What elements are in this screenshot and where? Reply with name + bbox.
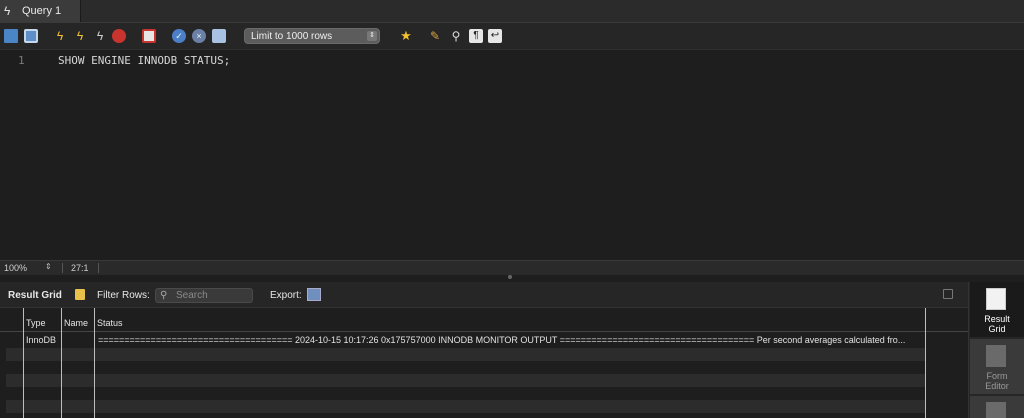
autocommit-icon[interactable] — [212, 29, 226, 43]
table-row[interactable]: InnoDB =================================… — [6, 334, 926, 347]
field-types-icon — [986, 402, 1006, 418]
column-header-name[interactable]: Name — [64, 318, 88, 328]
column-header-type[interactable]: Type — [26, 318, 46, 328]
search-icon: ⚲ — [160, 290, 168, 301]
result-side-panel: ▶ Result Grid Form Editor — [968, 282, 1024, 418]
line-number: 1 — [18, 54, 25, 67]
open-folder-icon[interactable] — [4, 29, 18, 43]
panel-splitter[interactable] — [0, 275, 1024, 282]
cell-status[interactable]: ===================================== 20… — [98, 335, 916, 345]
form-editor-view-button[interactable]: Form Editor — [970, 339, 1024, 394]
find-icon[interactable]: ⚲ — [449, 29, 463, 43]
search-placeholder: Search — [176, 290, 208, 301]
empty-row — [6, 374, 926, 387]
bookmark-star-icon[interactable]: ★ — [399, 29, 413, 43]
column-divider — [61, 308, 62, 418]
field-types-view-button[interactable] — [970, 396, 1024, 418]
sql-statement[interactable]: SHOW ENGINE INNODB STATUS; — [58, 54, 230, 67]
result-grid-label: Result Grid — [984, 314, 1010, 334]
column-divider — [925, 308, 926, 418]
divider — [98, 263, 99, 273]
invisible-chars-icon[interactable]: ¶ — [469, 29, 483, 43]
wrap-lines-icon[interactable]: ↩ — [488, 29, 502, 43]
zoom-stepper-icon[interactable]: ⇕ — [45, 262, 52, 271]
empty-row — [6, 400, 926, 413]
toggle-panel-icon[interactable] — [943, 289, 953, 299]
column-divider — [94, 308, 95, 418]
beautify-icon[interactable]: ✎ — [428, 29, 442, 43]
grid-header: Type Name Status — [0, 311, 968, 332]
save-icon[interactable] — [24, 29, 38, 43]
column-divider — [23, 308, 24, 418]
tab-query-1[interactable]: ϟ Query 1 — [0, 0, 81, 22]
execute-current-icon[interactable]: ϟ — [73, 29, 87, 43]
result-grid-title: Result Grid — [8, 290, 62, 301]
export-label: Export: — [270, 290, 302, 301]
result-grid-view-button[interactable]: Result Grid — [970, 282, 1024, 337]
explain-icon[interactable]: ϟ — [93, 29, 107, 43]
chevron-updown-icon: ⇕ — [367, 31, 377, 41]
result-grid-icon — [986, 288, 1006, 310]
rollback-icon[interactable]: × — [192, 29, 206, 43]
column-header-status[interactable]: Status — [97, 318, 123, 328]
result-grid: Type Name Status InnoDB ================… — [0, 308, 968, 418]
form-editor-icon — [986, 345, 1006, 367]
result-toolbar: Result Grid Filter Rows: ⚲ Search Export… — [0, 282, 968, 308]
form-editor-label: Form Editor — [985, 371, 1009, 391]
filter-search-input[interactable]: ⚲ Search — [155, 288, 253, 303]
zoom-level[interactable]: 100% — [4, 263, 27, 273]
filter-rows-label: Filter Rows: — [97, 290, 150, 301]
execute-icon[interactable]: ϟ — [53, 29, 67, 43]
empty-row — [6, 348, 926, 361]
editor-status-bar: 100% ⇕ 27:1 — [0, 260, 1024, 275]
toggle-error-icon[interactable] — [142, 29, 156, 43]
tab-label: Query 1 — [22, 5, 62, 17]
cursor-position: 27:1 — [71, 263, 89, 273]
splitter-handle-icon[interactable] — [508, 275, 512, 279]
stop-icon[interactable] — [112, 29, 126, 43]
sql-editor[interactable]: 1 SHOW ENGINE INNODB STATUS; — [0, 50, 1024, 260]
lightning-icon: ϟ — [4, 4, 11, 18]
commit-icon[interactable]: ✓ — [172, 29, 186, 43]
export-icon[interactable] — [307, 288, 321, 301]
grid-view-icon[interactable] — [75, 289, 85, 300]
cell-type[interactable]: InnoDB — [26, 335, 56, 345]
divider — [62, 263, 63, 273]
sql-toolbar: ϟ ϟ ϟ ✓ × Limit to 1000 rows ⇕ ★ ✎ ⚲ ¶ ↩ — [0, 23, 1024, 50]
limit-rows-select[interactable]: Limit to 1000 rows ⇕ — [244, 28, 380, 44]
limit-rows-value: Limit to 1000 rows — [251, 31, 333, 42]
tab-bar: ϟ Query 1 — [0, 0, 1024, 23]
